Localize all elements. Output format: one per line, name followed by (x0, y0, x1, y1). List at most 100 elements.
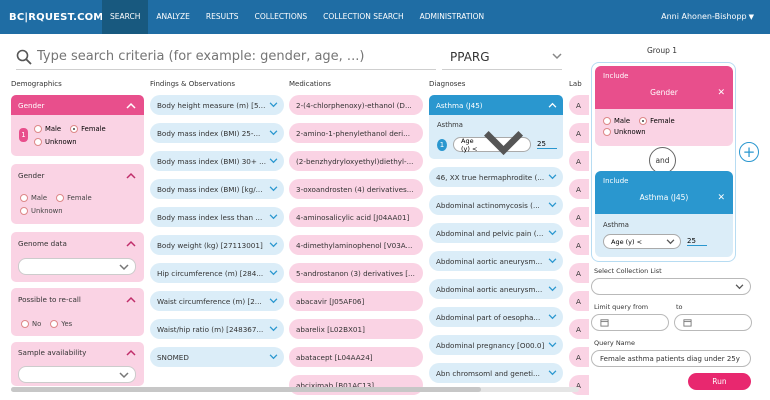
lab-item[interactable]: A (569, 291, 589, 311)
scrollbar-thumb[interactable] (11, 387, 481, 392)
nav-administration[interactable]: ADMINISTRATION (412, 0, 493, 34)
nav-collection-search[interactable]: COLLECTION SEARCH (315, 0, 412, 34)
nav-search[interactable]: SEARCH (102, 0, 149, 34)
age-select[interactable]: Age (y) < (453, 131, 531, 156)
collection-select[interactable] (591, 278, 751, 295)
lab-item[interactable]: A (569, 123, 589, 143)
lab-item[interactable]: A (569, 179, 589, 199)
lab-item[interactable]: A (569, 375, 589, 395)
diagnosis-item[interactable]: Abdominal part of oesopha... (429, 307, 563, 327)
gene-select[interactable]: PPARG (442, 44, 562, 70)
radio-label: Female (650, 117, 675, 125)
run-button[interactable]: Run (688, 373, 751, 390)
card-header[interactable]: Sample availability (11, 342, 144, 362)
horizontal-scrollbar[interactable] (11, 387, 579, 392)
card-header[interactable]: Genome data (11, 233, 144, 253)
finding-item[interactable]: Hip circumference (m) [284... (150, 263, 284, 283)
sample-select[interactable] (18, 366, 136, 383)
medication-item[interactable]: 2-amino-1-phenylethanol deri... (289, 123, 423, 143)
medication-item[interactable]: abarelix [L02BX01] (289, 319, 423, 339)
count-badge: 1 (19, 128, 28, 142)
item-label: A (576, 240, 581, 250)
genome-card: Genome data (11, 232, 144, 282)
medication-item[interactable]: abciximab [B01AC13] (289, 375, 423, 395)
radio-yes[interactable] (50, 319, 59, 328)
radio-unknown[interactable] (20, 206, 28, 215)
medication-item[interactable]: (2-benzhydryloxyethyl)diethyl-... (289, 151, 423, 171)
search-input[interactable] (37, 49, 427, 64)
diagnosis-item[interactable]: Abdominal aortic aneurysm... (429, 251, 563, 271)
age-value-input[interactable]: 25 (687, 237, 707, 246)
close-icon[interactable]: ✕ (717, 88, 725, 98)
nav-results[interactable]: RESULTS (198, 0, 247, 34)
logo[interactable]: BC|RQUEST.COM (6, 10, 103, 24)
radio-female[interactable] (639, 117, 648, 125)
limit-from-label: Limit query from (594, 303, 649, 311)
date-from-input[interactable] (591, 314, 669, 331)
genome-select[interactable] (18, 258, 136, 275)
diagnosis-item[interactable]: Abdominal actinomycosis (... (429, 195, 563, 215)
finding-item[interactable]: Body mass index (BMI) [kg/... (150, 179, 284, 199)
diagnosis-item[interactable]: Abn chromsoml and geneti... (429, 363, 563, 383)
radio-label: Female (81, 124, 106, 133)
radio-female[interactable] (56, 193, 65, 202)
age-value-input[interactable]: 25 (537, 140, 557, 149)
finding-item[interactable]: Body mass index less than ... (150, 207, 284, 227)
chevron-down-icon (548, 342, 557, 348)
query-name-input[interactable]: Female asthma patients diag under 25y (591, 350, 751, 367)
nav-analyze[interactable]: ANALYZE (148, 0, 198, 34)
radio-unknown[interactable] (603, 128, 611, 136)
finding-item[interactable]: SNOMED (150, 347, 284, 367)
lab-item[interactable]: A (569, 207, 589, 227)
radio-male[interactable] (34, 124, 42, 133)
finding-item[interactable]: Body height measure (m) [5... (150, 95, 284, 115)
item-label: abarelix [L02BX01] (296, 324, 365, 334)
finding-item[interactable]: Body mass index (BMI) 25-... (150, 123, 284, 143)
item-label: Abdominal actinomycosis (... (436, 200, 540, 210)
card-header[interactable]: Gender (11, 165, 144, 185)
date-to-input[interactable] (674, 314, 752, 331)
column-header: Demographics (11, 80, 62, 88)
medication-item[interactable]: abatacept [L04AA24] (289, 347, 423, 367)
diagnosis-item[interactable]: 46, XX true hermaphrodite (... (429, 167, 563, 187)
lab-item[interactable]: A (569, 151, 589, 171)
radio-no[interactable] (21, 319, 29, 328)
medication-item[interactable]: 3-oxoandrosten (4) derivatives... (289, 179, 423, 199)
nav-collections[interactable]: COLLECTIONS (247, 0, 316, 34)
medication-item[interactable]: 4-dimethylaminophenol [V03A... (289, 235, 423, 255)
radio-unknown[interactable] (34, 137, 42, 146)
medication-item[interactable]: 2-(4-chlorphenoxy)-ethanol (D... (289, 95, 423, 115)
finding-item[interactable]: Waist circumference (m) [2... (150, 291, 284, 311)
radio-female[interactable] (70, 124, 79, 133)
sample-card: Sample availability (11, 342, 144, 386)
lab-item[interactable]: A (569, 235, 589, 255)
medication-item[interactable]: abacavir [J05AF06] (289, 291, 423, 311)
radio-male[interactable] (603, 117, 611, 125)
user-menu[interactable]: Anni Ahonen-Bishopp ▼ (661, 0, 754, 34)
diagnosis-item[interactable]: Abdominal aortic aneurysm... (429, 279, 563, 299)
medication-item[interactable]: 4-aminosalicylic acid [J04AA01] (289, 207, 423, 227)
radio-male[interactable] (20, 193, 28, 202)
diagnosis-item[interactable]: Abdominal and pelvic pain (... (429, 223, 563, 243)
lab-item[interactable]: A (569, 319, 589, 339)
lab-item[interactable]: A (569, 263, 589, 283)
card-header[interactable]: Possible to re-call (11, 289, 144, 309)
add-group-button[interactable]: + (739, 142, 759, 162)
finding-item[interactable]: Body weight (kg) [27113001] (150, 235, 284, 255)
card-header[interactable]: Asthma (J45) (429, 95, 563, 115)
card-header[interactable]: Gender (11, 95, 144, 115)
item-label: A (576, 268, 581, 278)
medication-item[interactable]: 5-androstanon (3) derivatives [... (289, 263, 423, 283)
finding-item[interactable]: Body mass index (BMI) 30+ ... (150, 151, 284, 171)
close-icon[interactable]: ✕ (717, 193, 725, 203)
radio-label: Unknown (31, 206, 63, 215)
age-select[interactable]: Age (y) < (603, 234, 681, 249)
diagnosis-item[interactable]: Abdominal pregnancy [O00.0] (429, 335, 563, 355)
item-label: Body mass index less than ... (157, 212, 263, 222)
finding-item[interactable]: Waist/hip ratio (m) [248367... (150, 319, 284, 339)
include-asthma-block: Include Asthma (J45) ✕ Asthma Age (y) < … (595, 171, 733, 257)
lab-item[interactable]: A (569, 95, 589, 115)
lab-item[interactable]: A (569, 347, 589, 367)
chevron-down-icon (548, 314, 557, 320)
and-connector[interactable]: and (649, 147, 676, 174)
